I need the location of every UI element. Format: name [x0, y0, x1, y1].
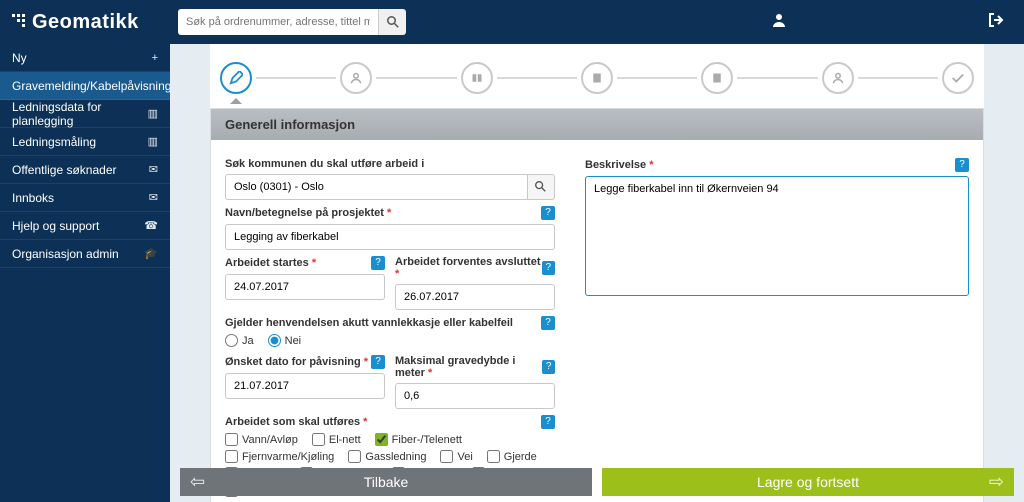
dybde-label: Maksimal gravedybde i meter *: [395, 355, 542, 379]
sidebar-item-ny[interactable]: Ny +: [0, 44, 170, 72]
navn-input[interactable]: [225, 224, 555, 250]
sidebar-item-label: Ledningsdata for planlegging: [12, 100, 148, 128]
step-1[interactable]: [220, 62, 252, 94]
sidebar: Geomatikk Ny + Gravemelding/Kabelpåvisni…: [0, 0, 170, 502]
arrow-left-icon: ⇦: [190, 472, 205, 493]
work-type-option[interactable]: Fiber-/Telenett: [375, 433, 462, 446]
work-type-option[interactable]: El-nett: [312, 433, 361, 446]
back-label: Tilbake: [364, 474, 409, 490]
user-icon: [771, 12, 787, 28]
radio-ja[interactable]: Ja: [225, 334, 254, 347]
navn-label: Navn/betegnelse på prosjektet *: [225, 207, 391, 219]
start-date-input[interactable]: [225, 274, 385, 300]
work-type-option[interactable]: Gjerde: [487, 450, 537, 463]
work-type-option[interactable]: Vei: [440, 450, 472, 463]
user-icon: [832, 72, 844, 84]
main: Generell informasjon Søk kommunen du ska…: [170, 0, 1024, 502]
help-icon[interactable]: ?: [955, 158, 969, 172]
logo-dots-icon: [12, 14, 28, 30]
sidebar-item-label: Ny: [12, 51, 27, 65]
mail-icon: ✉: [149, 163, 158, 176]
help-icon[interactable]: ?: [371, 256, 385, 270]
search-icon: [387, 16, 399, 28]
book-icon: [471, 72, 483, 84]
work-type-option[interactable]: Gassledning: [348, 450, 426, 463]
onsket-label: Ønsket dato for påvisning *: [225, 356, 368, 368]
sidebar-item-label: Offentlige søknader: [12, 163, 117, 177]
wizard-footer: ⇦ Tilbake Lagre og fortsett ⇨: [170, 468, 1024, 502]
graduation-icon: 🎓: [144, 247, 158, 260]
step-7[interactable]: [942, 62, 974, 94]
doc-icon: [711, 72, 723, 84]
sidebar-item-ledningsdata[interactable]: Ledningsdata for planlegging ▥: [0, 100, 170, 128]
slutt-date-input[interactable]: [395, 284, 555, 310]
next-label: Lagre og fortsett: [757, 474, 859, 490]
logout-button[interactable]: [976, 12, 1016, 33]
grid-icon: ▥: [148, 135, 158, 148]
form-panel: Generell informasjon Søk kommunen du ska…: [210, 108, 984, 502]
sidebar-item-ledningsmaling[interactable]: Ledningsmåling ▥: [0, 128, 170, 156]
search-input[interactable]: [178, 9, 378, 35]
check-icon: [951, 71, 965, 85]
utfores-label: Arbeidet som skal utføres *: [225, 416, 367, 428]
akutt-label: Gjelder henvendelsen akutt vannlekkasje …: [225, 317, 513, 329]
help-icon[interactable]: ?: [541, 415, 555, 429]
step-2[interactable]: [340, 62, 372, 94]
kommune-input[interactable]: [225, 174, 528, 200]
beskrivelse-textarea[interactable]: [585, 176, 969, 296]
help-icon[interactable]: ?: [371, 355, 385, 369]
sidebar-item-label: Gravemelding/Kabelpåvisning: [12, 79, 171, 93]
pencil-icon: [229, 71, 243, 85]
help-icon[interactable]: ?: [541, 316, 555, 330]
help-icon[interactable]: ?: [542, 261, 555, 275]
sidebar-item-offentlige[interactable]: Offentlige søknader ✉: [0, 156, 170, 184]
slutt-label: Arbeidet forventes avsluttet *: [395, 256, 542, 280]
beskr-label: Beskrivelse *: [585, 159, 654, 171]
step-5[interactable]: [701, 62, 733, 94]
sidebar-item-label: Organisasjon admin: [12, 247, 119, 261]
sidebar-item-gravemelding[interactable]: Gravemelding/Kabelpåvisning 👤: [0, 72, 170, 100]
dybde-input[interactable]: [395, 383, 555, 409]
help-icon[interactable]: ?: [542, 360, 555, 374]
brand-logo: Geomatikk: [0, 0, 170, 44]
grid-icon: ▥: [148, 107, 158, 120]
search-icon: [535, 181, 546, 192]
step-6[interactable]: [822, 62, 854, 94]
search-button[interactable]: [378, 9, 406, 35]
panel-title: Generell informasjon: [211, 109, 983, 140]
next-button[interactable]: Lagre og fortsett ⇨: [602, 468, 1014, 496]
plus-icon: +: [152, 52, 158, 64]
content: Generell informasjon Søk kommunen du ska…: [170, 44, 1024, 502]
stepper: [210, 44, 984, 108]
start-label: Arbeidet startes *: [225, 257, 316, 269]
back-button[interactable]: ⇦ Tilbake: [180, 468, 592, 496]
doc-icon: [591, 72, 603, 84]
mail-icon: ✉: [149, 191, 158, 204]
sidebar-item-admin[interactable]: Organisasjon admin 🎓: [0, 240, 170, 268]
user-icon: [350, 72, 362, 84]
topbar: [170, 0, 1024, 44]
sidebar-item-innboks[interactable]: Innboks ✉: [0, 184, 170, 212]
user-menu[interactable]: [759, 12, 799, 33]
kommune-label: Søk kommunen du skal utføre arbeid i: [225, 158, 555, 170]
radio-nei[interactable]: Nei: [268, 334, 302, 347]
kommune-search-button[interactable]: [528, 174, 555, 200]
sidebar-item-label: Innboks: [12, 191, 54, 205]
sidebar-item-label: Hjelp og support: [12, 219, 99, 233]
arrow-right-icon: ⇨: [989, 472, 1004, 493]
sidebar-item-label: Ledningsmåling: [12, 135, 96, 149]
step-3[interactable]: [461, 62, 493, 94]
brand-text: Geomatikk: [32, 11, 139, 34]
step-4[interactable]: [581, 62, 613, 94]
logout-icon: [988, 12, 1004, 28]
onsket-date-input[interactable]: [225, 373, 385, 399]
phone-icon: ☎: [144, 219, 158, 232]
sidebar-item-hjelp[interactable]: Hjelp og support ☎: [0, 212, 170, 240]
help-icon[interactable]: ?: [541, 206, 555, 220]
work-type-option[interactable]: Fjernvarme/Kjøling: [225, 450, 334, 463]
work-type-option[interactable]: Vann/Avløp: [225, 433, 298, 446]
